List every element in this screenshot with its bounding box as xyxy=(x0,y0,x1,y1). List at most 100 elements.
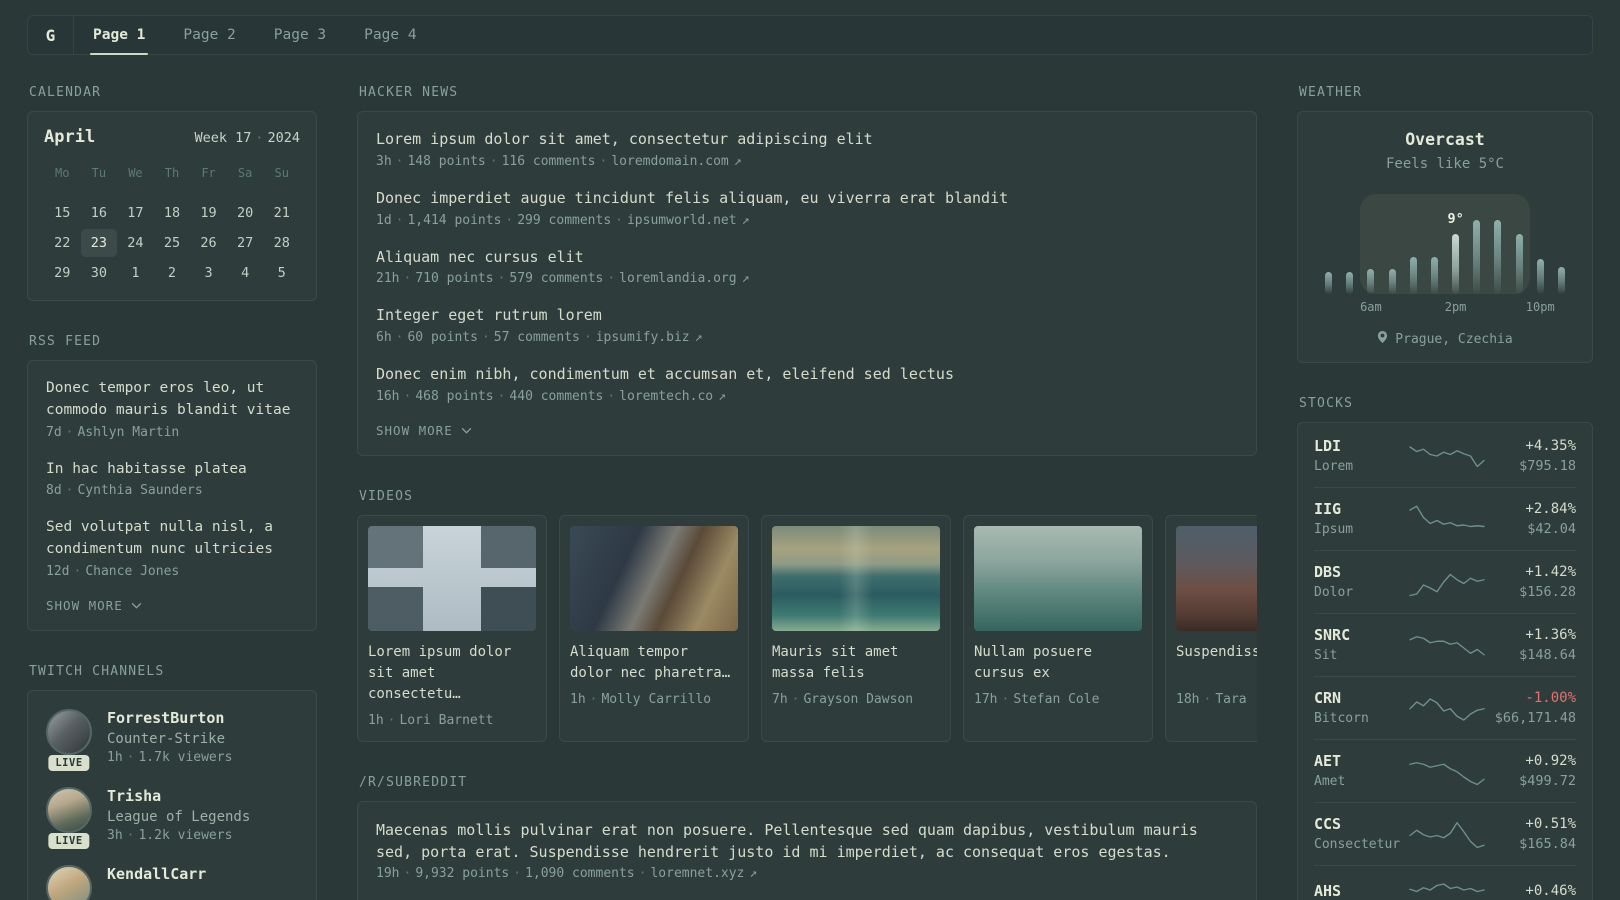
weather-bar xyxy=(1403,210,1424,294)
hackernews-item-domain[interactable]: loremlandia.org xyxy=(619,271,736,286)
twitch-channel-info: Trisha League of Legends 3h · 1.2k viewers xyxy=(107,787,250,843)
stock-name: Amet xyxy=(1314,774,1346,789)
stock-row[interactable]: CRN Bitcorn -1.00% $66,171.48 xyxy=(1314,676,1576,739)
calendar-day[interactable]: 28 xyxy=(263,229,300,257)
hackernews-item-domain[interactable]: ipsumworld.net xyxy=(627,213,737,228)
weather-bar xyxy=(1487,210,1508,294)
video-title[interactable]: Mauris sit amet massa felis xyxy=(772,642,940,684)
twitch-channel-name[interactable]: Trisha xyxy=(107,787,250,805)
calendar-day[interactable]: 21 xyxy=(263,199,300,227)
calendar-day[interactable]: 17 xyxy=(117,199,154,227)
tab-page-3[interactable]: Page 3 xyxy=(261,16,339,54)
video-card[interactable]: Lorem ipsum dolor sit amet consectetu… 1… xyxy=(357,514,547,742)
stock-row[interactable]: AHS +0.46% xyxy=(1314,865,1576,900)
twitch-channel-row[interactable]: LIVE Trisha League of Legends 3h · 1.2k vi… xyxy=(46,786,298,849)
hackernews-item-domain[interactable]: ipsumify.biz xyxy=(596,330,690,345)
calendar-day[interactable]: 27 xyxy=(227,229,264,257)
calendar-month: April xyxy=(44,127,96,147)
video-thumbnail[interactable] xyxy=(772,525,940,631)
video-thumbnail[interactable] xyxy=(570,525,738,631)
dot-separator: · xyxy=(126,749,135,765)
calendar-day[interactable]: 24 xyxy=(117,229,154,257)
twitch-channel-name[interactable]: KendallCarr xyxy=(107,865,206,883)
calendar-day[interactable]: 25 xyxy=(154,229,191,257)
calendar-day[interactable]: 30 xyxy=(81,259,118,287)
weather-bar xyxy=(1551,210,1572,294)
video-title[interactable]: Nullam posuere cursus ex xyxy=(974,642,1142,684)
video-card[interactable]: Mauris sit amet massa felis 7h · Grayson D… xyxy=(761,514,951,742)
top-navbar: G Page 1 Page 2 Page 3 Page 4 xyxy=(27,15,1593,55)
video-card[interactable]: Suspendisse diam 18h·Tara xyxy=(1165,514,1257,742)
twitch-avatar-wrap xyxy=(46,864,92,900)
calendar-day[interactable]: 5 xyxy=(263,259,300,287)
calendar-day[interactable]: 26 xyxy=(190,229,227,257)
video-thumbnail[interactable] xyxy=(1176,525,1257,631)
external-link-icon: ↗ xyxy=(741,271,750,287)
calendar-day[interactable]: 1 xyxy=(117,259,154,287)
rss-item-meta: 8d · Cynthia Saunders xyxy=(46,483,203,499)
calendar-day[interactable]: 19 xyxy=(190,199,227,227)
weather-bar xyxy=(1360,210,1381,294)
calendar-day[interactable]: 3 xyxy=(190,259,227,287)
calendar-day[interactable]: 2 xyxy=(154,259,191,287)
hackernews-item-title[interactable]: Donec enim nibh, condimentum et accumsan… xyxy=(376,364,1238,386)
stock-row[interactable]: AET Amet +0.92% $499.72 xyxy=(1314,739,1576,802)
rss-item-title[interactable]: Donec tempor eros leo, ut commodo mauris… xyxy=(46,378,298,422)
hackernews-item-title[interactable]: Aliquam nec cursus elit xyxy=(376,247,1238,269)
current-temp-label: 9° xyxy=(1447,210,1464,227)
tab-page-4[interactable]: Page 4 xyxy=(351,16,429,54)
video-title[interactable]: Lorem ipsum dolor sit amet consectetu… xyxy=(368,642,536,705)
videos-section-title: VIDEOS xyxy=(359,488,414,504)
hackernews-item-domain[interactable]: loremtech.co xyxy=(619,389,713,404)
rss-show-more-button[interactable]: SHOW MORE xyxy=(46,598,298,613)
video-title[interactable]: Aliquam tempor dolor nec pharetra… xyxy=(570,642,738,684)
stocks-section: STOCKS LDI Lorem +4.35% $795.18 IIG Ipsum +… xyxy=(1297,396,1593,900)
dot-separator: · xyxy=(126,827,135,843)
rss-item-title[interactable]: Sed volutpat nulla nisl, a condimentum n… xyxy=(46,517,298,561)
rss-item-title[interactable]: In hac habitasse platea xyxy=(46,459,298,481)
stock-price: $165.84 xyxy=(1519,835,1576,852)
stock-row[interactable]: CCS Consectetur +0.51% $165.84 xyxy=(1314,802,1576,865)
twitch-channel-row[interactable]: KendallCarr xyxy=(46,864,298,900)
video-card[interactable]: Nullam posuere cursus ex 17h · Stefan Cole xyxy=(963,514,1153,742)
stock-row[interactable]: IIG Ipsum +2.84% $42.04 xyxy=(1314,487,1576,550)
reddit-post-domain[interactable]: loremnet.xyz xyxy=(650,866,744,881)
twitch-channel-row[interactable]: LIVE ForrestBurton Counter-Strike 1h · 1.7… xyxy=(46,708,298,771)
hackernews-item-title[interactable]: Donec imperdiet augue tincidunt felis al… xyxy=(376,188,1238,210)
video-thumbnail[interactable] xyxy=(974,525,1142,631)
rss-item-meta: 12d · Chance Jones xyxy=(46,563,180,579)
calendar-day[interactable]: 22 xyxy=(44,229,81,257)
app-logo[interactable]: G xyxy=(28,16,74,54)
calendar-day[interactable]: 23 xyxy=(80,229,118,257)
video-meta: 17h · Stefan Cole xyxy=(974,691,1100,707)
calendar-day[interactable]: 16 xyxy=(81,199,118,227)
hackernews-show-more-button[interactable]: SHOW MORE xyxy=(376,423,1238,438)
calendar-day[interactable]: 18 xyxy=(154,199,191,227)
stock-row[interactable]: SNRC Sit +1.36% $148.64 xyxy=(1314,613,1576,676)
stock-ticker: CCS xyxy=(1314,815,1342,833)
calendar-section-title: CALENDAR xyxy=(29,85,102,100)
video-card[interactable]: Aliquam tempor dolor nec pharetra… 1h · Mo… xyxy=(559,514,749,742)
twitch-channel-name[interactable]: ForrestBurton xyxy=(107,709,232,727)
hackernews-item-title[interactable]: Lorem ipsum dolor sit amet, consectetur … xyxy=(376,129,1238,151)
calendar-day[interactable]: 29 xyxy=(44,259,81,287)
video-thumbnail[interactable] xyxy=(368,525,536,631)
hackernews-item-domain[interactable]: loremdomain.com xyxy=(611,154,728,169)
rss-section: RSS FEED Donec tempor eros leo, ut commo… xyxy=(27,334,317,631)
tab-page-2[interactable]: Page 2 xyxy=(170,16,248,54)
stock-row[interactable]: DBS Dolor +1.42% $156.28 xyxy=(1314,550,1576,613)
hackernews-item-title[interactable]: Integer eget rutrum lorem xyxy=(376,305,1238,327)
calendar-day[interactable]: 15 xyxy=(44,199,81,227)
reddit-post-title[interactable]: Maecenas mollis pulvinar erat non posuer… xyxy=(376,820,1238,864)
external-link-icon: ↗ xyxy=(733,153,742,169)
calendar-day[interactable]: 20 xyxy=(227,199,264,227)
tab-page-1[interactable]: Page 1 xyxy=(80,16,158,55)
avatar xyxy=(46,708,92,755)
stock-change: +1.36% xyxy=(1525,626,1576,643)
videos-carousel[interactable]: Lorem ipsum dolor sit amet consectetu… 1… xyxy=(357,514,1257,742)
weekday-label: Sa xyxy=(237,166,253,180)
external-link-icon: ↗ xyxy=(741,212,750,228)
stock-row[interactable]: LDI Lorem +4.35% $795.18 xyxy=(1314,425,1576,487)
calendar-day[interactable]: 4 xyxy=(227,259,264,287)
video-title[interactable]: Suspendisse diam xyxy=(1176,642,1257,684)
